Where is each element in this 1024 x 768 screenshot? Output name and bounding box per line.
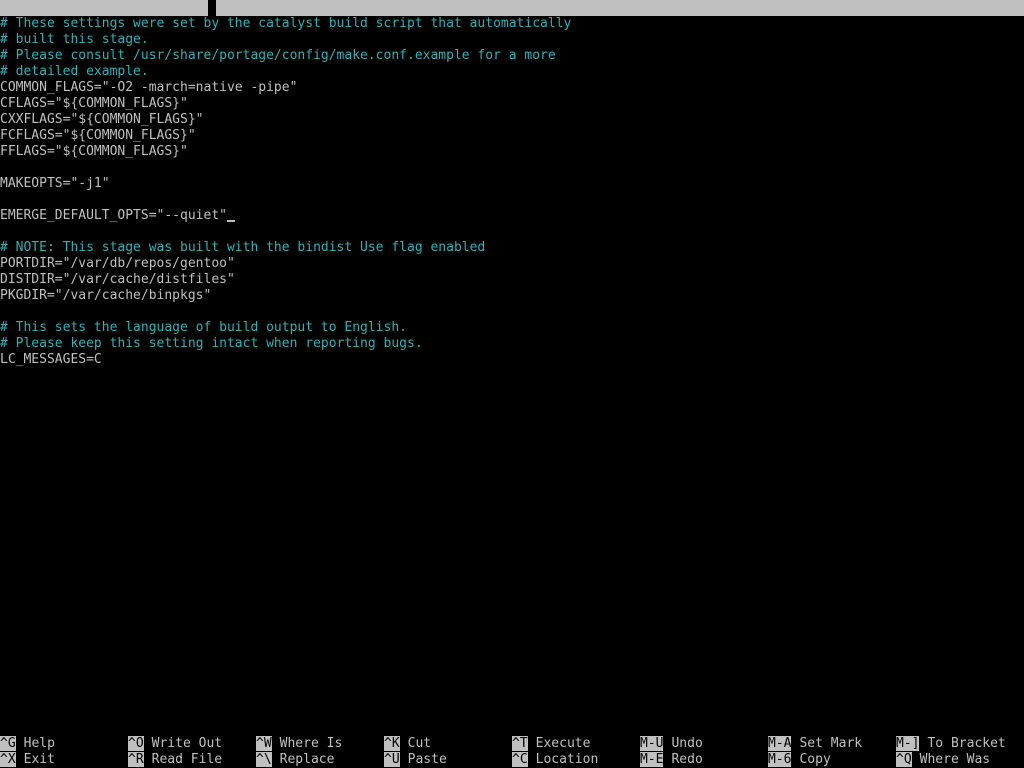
shortcut-key: ^U xyxy=(384,752,400,767)
comment-line[interactable]: # detailed example. xyxy=(0,64,1024,80)
shortcut-where-was[interactable]: ^Q Where Was xyxy=(896,752,990,768)
line-text: # detailed example. xyxy=(0,64,149,79)
shortcut-label: Location xyxy=(535,752,599,767)
shortcut-label: Execute xyxy=(535,736,591,751)
line-text: # built this stage. xyxy=(0,32,149,47)
shortcut-key: ^G xyxy=(0,736,16,751)
shortcut-key: ^K xyxy=(384,736,400,751)
line-text: PKGDIR="/var/cache/binpkgs" xyxy=(0,288,212,303)
line-text: FCFLAGS="${COMMON_FLAGS}" xyxy=(0,128,196,143)
shortcut-exit[interactable]: ^X Exit xyxy=(0,752,55,768)
shortcut-redo[interactable]: M-E Redo xyxy=(640,752,703,768)
line-text: # Please consult /usr/share/portage/conf… xyxy=(0,48,556,63)
comment-line[interactable]: # Please consult /usr/share/portage/conf… xyxy=(0,48,1024,64)
shortcut-key: ^X xyxy=(0,752,16,767)
shortcut-key: ^T xyxy=(512,736,528,751)
shortcut-key: M-A xyxy=(768,736,792,751)
shortcut-paste[interactable]: ^U Paste xyxy=(384,752,447,768)
shortcut-location[interactable]: ^C Location xyxy=(512,752,598,768)
code-line[interactable] xyxy=(0,224,1024,240)
code-line[interactable]: COMMON_FLAGS="-O2 -march=native -pipe" xyxy=(0,80,1024,96)
shortcut-where-is[interactable]: ^W Where Is xyxy=(256,736,342,752)
title-bar: GNU nano 5.9 /mnt/gentoo/etc/portage/mak… xyxy=(0,0,1024,47)
code-line[interactable]: MAKEOPTS="-j1" xyxy=(0,176,1024,192)
code-line[interactable]: CXXFLAGS="${COMMON_FLAGS}" xyxy=(0,112,1024,128)
comment-line[interactable]: # Please keep this setting intact when r… xyxy=(0,336,1024,352)
shortcut-key: M-] xyxy=(896,736,920,751)
code-line[interactable] xyxy=(0,160,1024,176)
code-line[interactable] xyxy=(0,192,1024,208)
shortcut-undo[interactable]: M-U Undo xyxy=(640,736,703,752)
code-line[interactable]: PKGDIR="/var/cache/binpkgs" xyxy=(0,288,1024,304)
shortcut-label: Read File xyxy=(151,752,223,767)
code-line[interactable]: EMERGE_DEFAULT_OPTS="--quiet" xyxy=(0,208,1024,224)
shortcut-copy[interactable]: M-6 Copy xyxy=(768,752,831,768)
code-line[interactable]: CFLAGS="${COMMON_FLAGS}" xyxy=(0,96,1024,112)
comment-line[interactable]: # These settings were set by the catalys… xyxy=(0,16,1024,32)
line-text: MAKEOPTS="-j1" xyxy=(0,176,110,191)
shortcut-key: ^R xyxy=(128,752,144,767)
line-text: CXXFLAGS="${COMMON_FLAGS}" xyxy=(0,112,204,127)
shortcut-key: ^O xyxy=(128,736,144,751)
shortcut-replace[interactable]: ^\ Replace xyxy=(256,752,334,768)
line-text: # NOTE: This stage was built with the bi… xyxy=(0,240,486,255)
shortcut-label: Replace xyxy=(279,752,335,767)
line-text: DISTDIR="/var/cache/distfiles" xyxy=(0,272,235,287)
line-text: LC_MESSAGES=C xyxy=(0,352,102,367)
shortcut-key: M-6 xyxy=(768,752,792,767)
shortcut-key: M-E xyxy=(640,752,664,767)
line-text: # Please keep this setting intact when r… xyxy=(0,336,423,351)
code-line[interactable] xyxy=(0,304,1024,320)
code-line[interactable]: DISTDIR="/var/cache/distfiles" xyxy=(0,272,1024,288)
shortcut-execute[interactable]: ^T Execute xyxy=(512,736,590,752)
line-text: FFLAGS="${COMMON_FLAGS}" xyxy=(0,144,188,159)
code-line[interactable]: FFLAGS="${COMMON_FLAGS}" xyxy=(0,144,1024,160)
line-text: EMERGE_DEFAULT_OPTS="--quiet" xyxy=(0,208,227,223)
shortcut-label: To Bracket xyxy=(927,736,1006,751)
shortcut-key: ^C xyxy=(512,752,528,767)
code-line[interactable]: PORTDIR="/var/db/repos/gentoo" xyxy=(0,256,1024,272)
shortcut-set-mark[interactable]: M-A Set Mark xyxy=(768,736,862,752)
shortcut-label: Exit xyxy=(23,752,55,767)
code-line[interactable]: FCFLAGS="${COMMON_FLAGS}" xyxy=(0,128,1024,144)
line-text: COMMON_FLAGS="-O2 -march=native -pipe" xyxy=(0,80,298,95)
shortcut-label: Redo xyxy=(671,752,703,767)
shortcut-bar: ^G Help ^O Write Out ^W Where Is ^K Cut ^T Execut… xyxy=(0,736,1024,768)
shortcut-cut[interactable]: ^K Cut xyxy=(384,736,431,752)
shortcut-label: Undo xyxy=(671,736,703,751)
app-name-segment: GNU nano 5.9 xyxy=(0,0,208,31)
line-text: CFLAGS="${COMMON_FLAGS}" xyxy=(0,96,188,111)
code-line[interactable]: LC_MESSAGES=C xyxy=(0,352,1024,368)
shortcut-key: M-U xyxy=(640,736,664,751)
shortcut-key: ^Q xyxy=(896,752,912,767)
comment-line[interactable]: # This sets the language of build output… xyxy=(0,320,1024,336)
line-text: # This sets the language of build output… xyxy=(0,320,407,335)
shortcut-read-file[interactable]: ^R Read File xyxy=(128,752,222,768)
shortcut-help[interactable]: ^G Help xyxy=(0,736,55,752)
file-segment: /mnt/gentoo/etc/portage/make.conf Modifi… xyxy=(216,0,1024,47)
shortcut-label: Set Mark xyxy=(799,736,863,751)
comment-line[interactable]: # NOTE: This stage was built with the bi… xyxy=(0,240,1024,256)
shortcut-label: Write Out xyxy=(151,736,223,751)
shortcut-label: Where Is xyxy=(279,736,343,751)
shortcut-key: ^W xyxy=(256,736,272,751)
editor-area[interactable]: # These settings were set by the catalys… xyxy=(0,16,1024,728)
line-text: # These settings were set by the catalys… xyxy=(0,16,572,31)
shortcut-to-bracket[interactable]: M-] To Bracket xyxy=(896,736,1006,752)
shortcut-label: Help xyxy=(23,736,55,751)
shortcut-key: ^\ xyxy=(256,752,272,767)
shortcut-label: Cut xyxy=(407,736,432,751)
line-text: PORTDIR="/var/db/repos/gentoo" xyxy=(0,256,235,271)
shortcut-label: Where Was xyxy=(919,752,991,767)
shortcut-label: Paste xyxy=(407,752,447,767)
comment-line[interactable]: # built this stage. xyxy=(0,32,1024,48)
text-cursor xyxy=(226,220,235,222)
shortcut-write-out[interactable]: ^O Write Out xyxy=(128,736,222,752)
shortcut-label: Copy xyxy=(799,752,831,767)
